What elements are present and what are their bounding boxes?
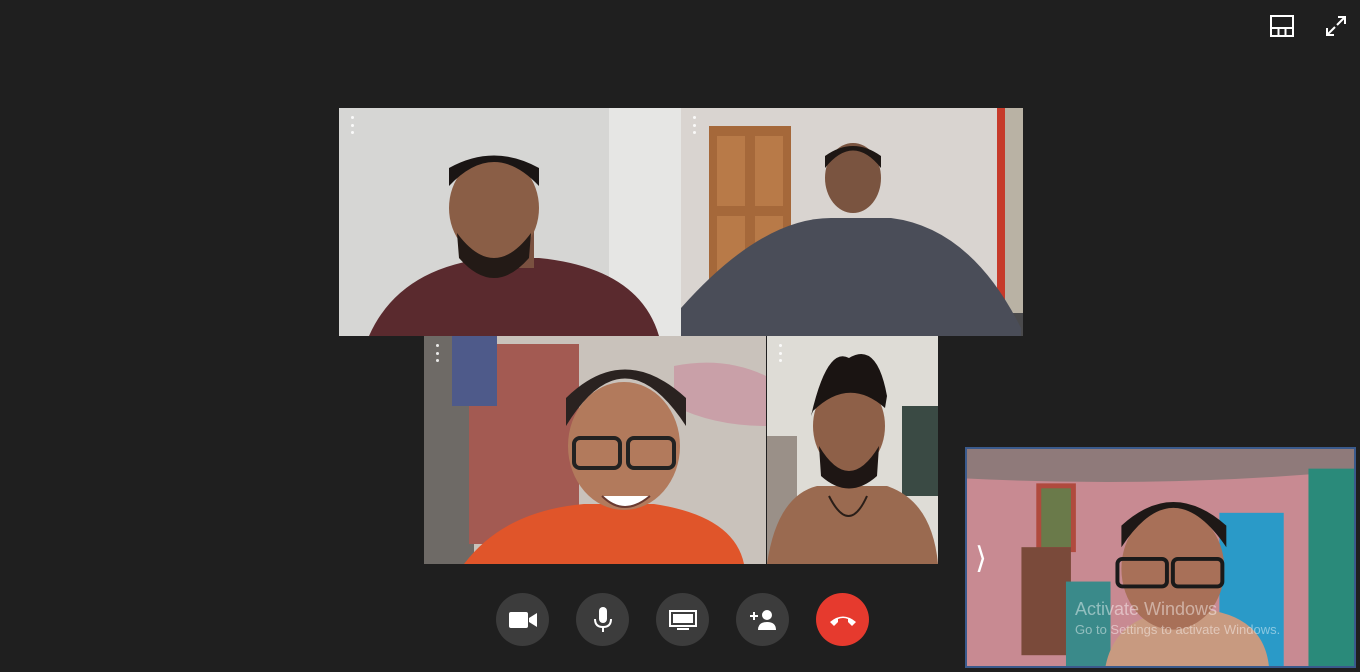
video-call-stage: ⟩ Activate Windows Go to Settings to act… xyxy=(0,0,1360,672)
video-camera-icon xyxy=(508,611,537,628)
screen-share-button[interactable] xyxy=(656,593,709,646)
add-person-icon xyxy=(749,609,776,630)
more-vertical-icon[interactable] xyxy=(776,344,784,362)
participant-tile-2[interactable] xyxy=(681,108,1023,336)
microphone-toggle-button[interactable] xyxy=(576,593,629,646)
microphone-icon xyxy=(593,606,612,632)
hang-up-icon xyxy=(829,616,856,626)
end-call-button[interactable] xyxy=(816,593,869,646)
more-vertical-icon[interactable] xyxy=(348,116,356,134)
camera-toggle-button[interactable] xyxy=(496,593,549,646)
fullscreen-button[interactable] xyxy=(1320,10,1352,42)
screen-share-icon xyxy=(668,609,697,630)
participant-4-video xyxy=(767,336,938,564)
participant-tile-3[interactable] xyxy=(424,336,766,564)
watermark-subtitle: Go to Settings to activate Windows. xyxy=(1075,622,1281,637)
participant-2-video xyxy=(681,108,1023,336)
layout-toggle-button[interactable] xyxy=(1266,10,1298,42)
participant-tile-4[interactable] xyxy=(767,336,938,564)
call-controls-bar xyxy=(496,593,869,646)
windows-activation-watermark: Activate Windows Go to Settings to activ… xyxy=(1075,599,1280,637)
more-vertical-icon[interactable] xyxy=(433,344,441,362)
fullscreen-icon xyxy=(1326,16,1346,36)
watermark-title: Activate Windows xyxy=(1075,599,1218,619)
add-participant-button[interactable] xyxy=(736,593,789,646)
self-view: ⟩ Activate Windows Go to Settings to act… xyxy=(965,447,1356,668)
grid-layout-icon xyxy=(1270,15,1294,37)
participant-1-video xyxy=(339,108,681,336)
participant-tile-1[interactable] xyxy=(339,108,681,336)
more-vertical-icon[interactable] xyxy=(690,116,698,134)
participant-3-video xyxy=(424,336,766,564)
self-view-collapse-chevron[interactable]: ⟩ xyxy=(971,541,991,577)
